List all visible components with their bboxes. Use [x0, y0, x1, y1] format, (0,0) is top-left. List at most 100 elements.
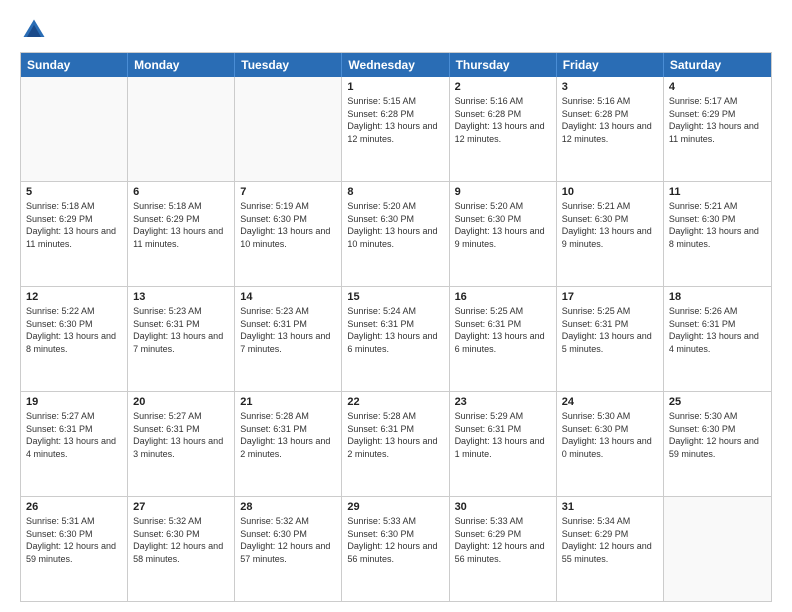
- calendar: SundayMondayTuesdayWednesdayThursdayFrid…: [20, 52, 772, 602]
- day-info: Sunrise: 5:27 AM Sunset: 6:31 PM Dayligh…: [26, 410, 122, 460]
- day-info: Sunrise: 5:16 AM Sunset: 6:28 PM Dayligh…: [455, 95, 551, 145]
- day-info: Sunrise: 5:20 AM Sunset: 6:30 PM Dayligh…: [347, 200, 443, 250]
- day-number: 26: [26, 501, 122, 513]
- day-info: Sunrise: 5:28 AM Sunset: 6:31 PM Dayligh…: [347, 410, 443, 460]
- day-number: 6: [133, 186, 229, 198]
- day-info: Sunrise: 5:25 AM Sunset: 6:31 PM Dayligh…: [455, 305, 551, 355]
- header-day-friday: Friday: [557, 53, 664, 77]
- day-number: 13: [133, 291, 229, 303]
- day-info: Sunrise: 5:23 AM Sunset: 6:31 PM Dayligh…: [240, 305, 336, 355]
- day-number: 7: [240, 186, 336, 198]
- header-day-tuesday: Tuesday: [235, 53, 342, 77]
- day-cell-31: 31 Sunrise: 5:34 AM Sunset: 6:29 PM Dayli…: [557, 497, 664, 601]
- day-cell-8: 8 Sunrise: 5:20 AM Sunset: 6:30 PM Daylig…: [342, 182, 449, 286]
- day-cell-29: 29 Sunrise: 5:33 AM Sunset: 6:30 PM Dayli…: [342, 497, 449, 601]
- day-number: 30: [455, 501, 551, 513]
- empty-cell-0-2: [235, 77, 342, 181]
- day-number: 8: [347, 186, 443, 198]
- day-info: Sunrise: 5:30 AM Sunset: 6:30 PM Dayligh…: [562, 410, 658, 460]
- day-info: Sunrise: 5:29 AM Sunset: 6:31 PM Dayligh…: [455, 410, 551, 460]
- day-number: 12: [26, 291, 122, 303]
- day-info: Sunrise: 5:33 AM Sunset: 6:29 PM Dayligh…: [455, 515, 551, 565]
- day-cell-1: 1 Sunrise: 5:15 AM Sunset: 6:28 PM Daylig…: [342, 77, 449, 181]
- page: SundayMondayTuesdayWednesdayThursdayFrid…: [0, 0, 792, 612]
- day-cell-30: 30 Sunrise: 5:33 AM Sunset: 6:29 PM Dayli…: [450, 497, 557, 601]
- day-info: Sunrise: 5:33 AM Sunset: 6:30 PM Dayligh…: [347, 515, 443, 565]
- calendar-body: 1 Sunrise: 5:15 AM Sunset: 6:28 PM Daylig…: [21, 77, 771, 601]
- empty-cell-0-0: [21, 77, 128, 181]
- day-info: Sunrise: 5:20 AM Sunset: 6:30 PM Dayligh…: [455, 200, 551, 250]
- day-info: Sunrise: 5:31 AM Sunset: 6:30 PM Dayligh…: [26, 515, 122, 565]
- day-info: Sunrise: 5:23 AM Sunset: 6:31 PM Dayligh…: [133, 305, 229, 355]
- calendar-row-1: 5 Sunrise: 5:18 AM Sunset: 6:29 PM Daylig…: [21, 181, 771, 286]
- day-cell-17: 17 Sunrise: 5:25 AM Sunset: 6:31 PM Dayli…: [557, 287, 664, 391]
- logo: [20, 16, 52, 44]
- day-number: 3: [562, 81, 658, 93]
- day-info: Sunrise: 5:32 AM Sunset: 6:30 PM Dayligh…: [133, 515, 229, 565]
- day-info: Sunrise: 5:27 AM Sunset: 6:31 PM Dayligh…: [133, 410, 229, 460]
- day-number: 18: [669, 291, 766, 303]
- day-cell-27: 27 Sunrise: 5:32 AM Sunset: 6:30 PM Dayli…: [128, 497, 235, 601]
- day-number: 4: [669, 81, 766, 93]
- day-number: 28: [240, 501, 336, 513]
- day-cell-4: 4 Sunrise: 5:17 AM Sunset: 6:29 PM Daylig…: [664, 77, 771, 181]
- header-day-thursday: Thursday: [450, 53, 557, 77]
- calendar-row-0: 1 Sunrise: 5:15 AM Sunset: 6:28 PM Daylig…: [21, 77, 771, 181]
- day-number: 22: [347, 396, 443, 408]
- day-number: 9: [455, 186, 551, 198]
- day-info: Sunrise: 5:24 AM Sunset: 6:31 PM Dayligh…: [347, 305, 443, 355]
- day-cell-25: 25 Sunrise: 5:30 AM Sunset: 6:30 PM Dayli…: [664, 392, 771, 496]
- day-cell-23: 23 Sunrise: 5:29 AM Sunset: 6:31 PM Dayli…: [450, 392, 557, 496]
- day-number: 15: [347, 291, 443, 303]
- day-number: 19: [26, 396, 122, 408]
- day-cell-11: 11 Sunrise: 5:21 AM Sunset: 6:30 PM Dayli…: [664, 182, 771, 286]
- empty-cell-0-1: [128, 77, 235, 181]
- day-cell-9: 9 Sunrise: 5:20 AM Sunset: 6:30 PM Daylig…: [450, 182, 557, 286]
- day-cell-6: 6Sunrise: 5:18 AM Sunset: 6:29 PM Daylig…: [128, 182, 235, 286]
- day-cell-5: 5 Sunrise: 5:18 AM Sunset: 6:29 PM Daylig…: [21, 182, 128, 286]
- header-day-saturday: Saturday: [664, 53, 771, 77]
- day-info: Sunrise: 5:34 AM Sunset: 6:29 PM Dayligh…: [562, 515, 658, 565]
- header: [20, 16, 772, 44]
- day-info: Sunrise: 5:30 AM Sunset: 6:30 PM Dayligh…: [669, 410, 766, 460]
- day-cell-13: 13 Sunrise: 5:23 AM Sunset: 6:31 PM Dayli…: [128, 287, 235, 391]
- day-info: Sunrise: 5:16 AM Sunset: 6:28 PM Dayligh…: [562, 95, 658, 145]
- day-number: 23: [455, 396, 551, 408]
- day-cell-2: 2 Sunrise: 5:16 AM Sunset: 6:28 PM Daylig…: [450, 77, 557, 181]
- day-number: 14: [240, 291, 336, 303]
- day-cell-10: 10Sunrise: 5:21 AM Sunset: 6:30 PM Dayli…: [557, 182, 664, 286]
- day-info: Sunrise: 5:22 AM Sunset: 6:30 PM Dayligh…: [26, 305, 122, 355]
- day-number: 10: [562, 186, 658, 198]
- empty-cell-4-6: [664, 497, 771, 601]
- day-cell-28: 28 Sunrise: 5:32 AM Sunset: 6:30 PM Dayli…: [235, 497, 342, 601]
- day-info: Sunrise: 5:25 AM Sunset: 6:31 PM Dayligh…: [562, 305, 658, 355]
- day-number: 1: [347, 81, 443, 93]
- day-number: 17: [562, 291, 658, 303]
- day-cell-20: 20 Sunrise: 5:27 AM Sunset: 6:31 PM Dayli…: [128, 392, 235, 496]
- day-number: 5: [26, 186, 122, 198]
- calendar-header: SundayMondayTuesdayWednesdayThursdayFrid…: [21, 53, 771, 77]
- logo-icon: [20, 16, 48, 44]
- calendar-row-2: 12 Sunrise: 5:22 AM Sunset: 6:30 PM Dayli…: [21, 286, 771, 391]
- day-number: 25: [669, 396, 766, 408]
- day-cell-18: 18Sunrise: 5:26 AM Sunset: 6:31 PM Dayli…: [664, 287, 771, 391]
- day-info: Sunrise: 5:18 AM Sunset: 6:29 PM Dayligh…: [26, 200, 122, 250]
- day-info: Sunrise: 5:32 AM Sunset: 6:30 PM Dayligh…: [240, 515, 336, 565]
- day-number: 21: [240, 396, 336, 408]
- calendar-row-3: 19 Sunrise: 5:27 AM Sunset: 6:31 PM Dayli…: [21, 391, 771, 496]
- day-cell-24: 24Sunrise: 5:30 AM Sunset: 6:30 PM Dayli…: [557, 392, 664, 496]
- day-info: Sunrise: 5:21 AM Sunset: 6:30 PM Dayligh…: [669, 200, 766, 250]
- day-number: 29: [347, 501, 443, 513]
- day-number: 20: [133, 396, 229, 408]
- day-cell-26: 26 Sunrise: 5:31 AM Sunset: 6:30 PM Dayli…: [21, 497, 128, 601]
- day-number: 11: [669, 186, 766, 198]
- day-info: Sunrise: 5:28 AM Sunset: 6:31 PM Dayligh…: [240, 410, 336, 460]
- day-number: 27: [133, 501, 229, 513]
- day-cell-19: 19 Sunrise: 5:27 AM Sunset: 6:31 PM Dayli…: [21, 392, 128, 496]
- day-cell-14: 14 Sunrise: 5:23 AM Sunset: 6:31 PM Dayli…: [235, 287, 342, 391]
- day-info: Sunrise: 5:19 AM Sunset: 6:30 PM Dayligh…: [240, 200, 336, 250]
- day-info: Sunrise: 5:17 AM Sunset: 6:29 PM Dayligh…: [669, 95, 766, 145]
- day-info: Sunrise: 5:15 AM Sunset: 6:28 PM Dayligh…: [347, 95, 443, 145]
- day-number: 2: [455, 81, 551, 93]
- day-number: 31: [562, 501, 658, 513]
